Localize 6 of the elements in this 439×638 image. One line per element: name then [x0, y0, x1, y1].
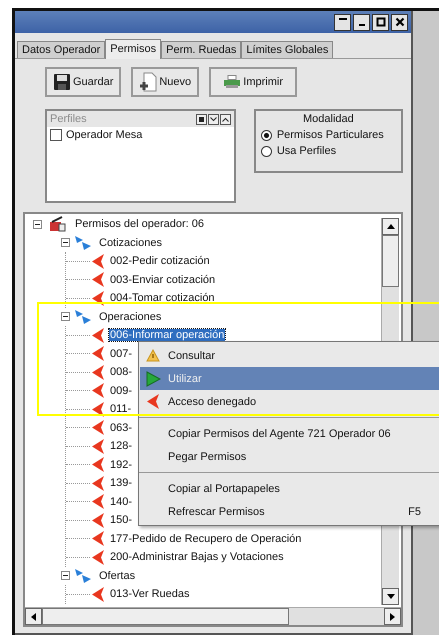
shortcut-label: F5	[408, 506, 421, 518]
profiles-title: Perfiles	[50, 113, 87, 125]
radio-label: Usa Perfiles	[276, 145, 336, 157]
mode-title: Modalidad	[302, 112, 355, 127]
profile-label: Operador Mesa	[66, 129, 142, 141]
radio-label: Permisos Particulares	[276, 129, 384, 141]
